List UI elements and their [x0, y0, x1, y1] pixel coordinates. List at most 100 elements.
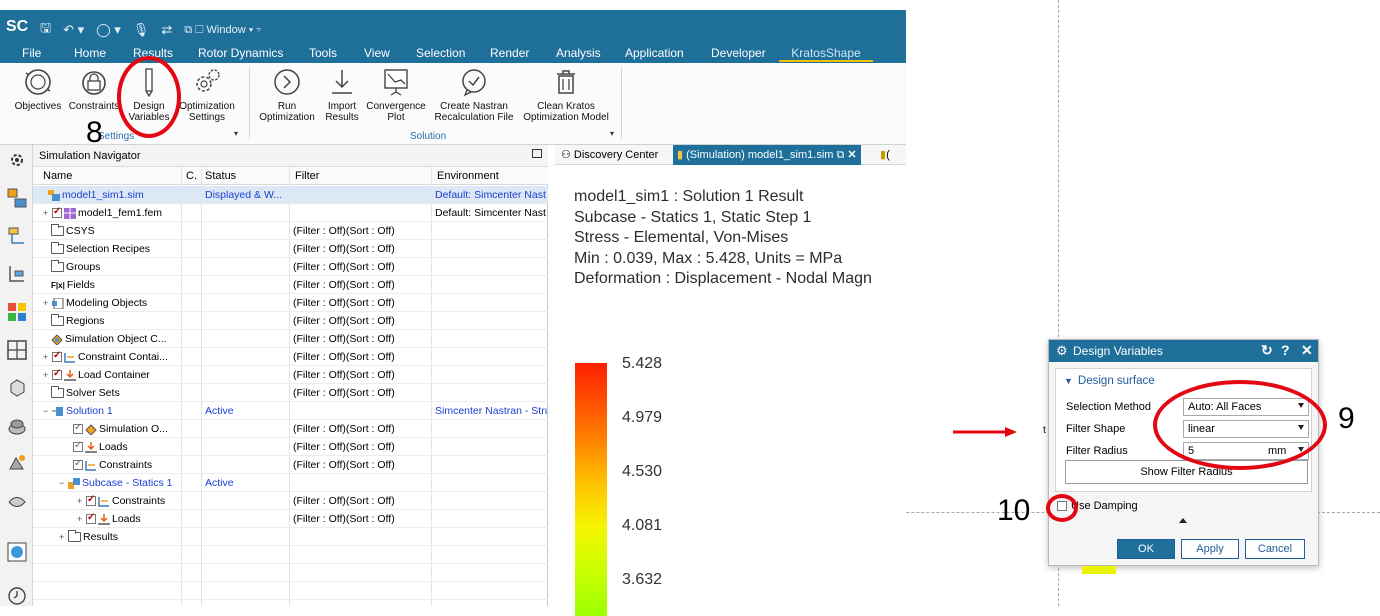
- close-icon[interactable]: ✕: [1301, 342, 1313, 359]
- import-results-button[interactable]: Import Results: [322, 67, 362, 123]
- save-icon[interactable]: 🖫: [40, 19, 51, 41]
- table-row[interactable]: CSYS (Filter : Off)(Sort : Off): [33, 222, 548, 240]
- expand-icon[interactable]: +: [77, 496, 84, 506]
- assembly-navigator-icon[interactable]: [6, 263, 28, 285]
- check-bubble-icon: [462, 69, 486, 97]
- expand-icon[interactable]: +: [43, 208, 50, 218]
- layout-icon[interactable]: [6, 339, 28, 361]
- checkbox[interactable]: [73, 422, 83, 434]
- material-icon[interactable]: [6, 415, 28, 437]
- close-tab-icon[interactable]: ✕: [847, 149, 856, 161]
- tab-render[interactable]: Render: [490, 44, 529, 60]
- chevron-up-icon[interactable]: [1179, 518, 1187, 523]
- table-row[interactable]: + Modeling Objects (Filter : Off)(Sort : …: [33, 294, 548, 312]
- table-row[interactable]: + model1_fem1.fem Default: Simcenter Nast: [33, 204, 548, 222]
- history-icon[interactable]: [6, 453, 28, 475]
- constraints-button[interactable]: Constraints: [68, 67, 120, 112]
- settings-group-expand-icon[interactable]: ▾: [234, 129, 238, 138]
- column-name[interactable]: Name: [43, 170, 72, 182]
- table-row[interactable]: Constraints (Filter : Off)(Sort : Off): [33, 456, 548, 474]
- checkbox[interactable]: [73, 458, 83, 470]
- undo-icon[interactable]: ↶ ▾: [63, 22, 84, 38]
- table-row[interactable]: + Constraints (Filter : Off)(Sort : Off): [33, 492, 548, 510]
- help-icon[interactable]: ?: [1281, 342, 1290, 358]
- tab-analysis[interactable]: Analysis: [556, 44, 601, 60]
- touch-mode-icon[interactable]: ⇄: [161, 22, 172, 38]
- reset-icon[interactable]: ↻: [1261, 342, 1273, 359]
- checkbox[interactable]: [86, 512, 96, 524]
- table-row[interactable]: + Constraint Contai... (Filter : Off)(Sor…: [33, 348, 548, 366]
- table-row[interactable]: Regions (Filter : Off)(Sort : Off): [33, 312, 548, 330]
- cancel-button[interactable]: Cancel: [1245, 539, 1305, 559]
- table-row[interactable]: Simulation O... (Filter : Off)(Sort : Of…: [33, 420, 548, 438]
- web-browser-icon[interactable]: [6, 541, 28, 563]
- row-name: CSYS: [66, 225, 95, 237]
- table-row[interactable]: model1_sim1.sim Displayed & W... Default…: [33, 186, 548, 204]
- mic-icon[interactable]: 🎙: [133, 22, 150, 38]
- expand-icon[interactable]: +: [43, 370, 50, 380]
- clock-icon[interactable]: [6, 585, 28, 607]
- tab-simulation-file[interactable]: ▮ (Simulation) model1_sim1.sim ⧉ ✕: [673, 145, 861, 165]
- float-tab-icon[interactable]: ⧉: [833, 149, 847, 161]
- gear-icon[interactable]: [6, 149, 28, 171]
- expand-icon[interactable]: +: [77, 514, 84, 524]
- column-filter[interactable]: Filter: [295, 170, 319, 182]
- design-surface-section-header[interactable]: ▼ Design surface: [1064, 375, 1155, 387]
- redo-icon[interactable]: ◯ ▾: [96, 22, 121, 38]
- reuse-library-icon[interactable]: [6, 491, 28, 513]
- palette-icon[interactable]: [6, 301, 28, 323]
- tab-tools[interactable]: Tools: [309, 44, 337, 60]
- row-filter: (Filter : Off)(Sort : Off): [293, 513, 395, 525]
- solution-group-expand-icon[interactable]: ▾: [610, 129, 614, 138]
- table-row[interactable]: + Loads (Filter : Off)(Sort : Off): [33, 510, 548, 528]
- table-row[interactable]: Groups (Filter : Off)(Sort : Off): [33, 258, 548, 276]
- tab-selection[interactable]: Selection: [416, 44, 465, 60]
- table-row[interactable]: Selection Recipes (Filter : Off)(Sort : …: [33, 240, 548, 258]
- tab-simulation-label: (Simulation) model1_sim1.sim: [686, 149, 834, 161]
- table-row[interactable]: − Subcase - Statics 1 Active: [33, 474, 548, 492]
- table-row[interactable]: Simulation Object C... (Filter : Off)(So…: [33, 330, 548, 348]
- table-row[interactable]: Solver Sets (Filter : Off)(Sort : Off): [33, 384, 548, 402]
- table-row[interactable]: − Solution 1 Active Simcenter Nastran - S…: [33, 402, 548, 420]
- column-environment[interactable]: Environment: [437, 170, 499, 182]
- part-navigator-icon[interactable]: [6, 225, 28, 247]
- checkbox[interactable]: [52, 206, 62, 218]
- ok-button[interactable]: OK: [1117, 539, 1175, 559]
- checkbox[interactable]: [86, 494, 96, 506]
- table-row[interactable]: Loads (Filter : Off)(Sort : Off): [33, 438, 548, 456]
- tab-application[interactable]: Application: [625, 44, 684, 60]
- checkbox[interactable]: [52, 350, 62, 362]
- checkbox[interactable]: [73, 440, 83, 452]
- table-row[interactable]: + Results: [33, 528, 548, 546]
- maximize-icon[interactable]: [532, 149, 542, 158]
- checkbox[interactable]: [52, 368, 62, 380]
- run-optimization-button[interactable]: Run Optimization: [256, 67, 318, 123]
- tab-discovery-center[interactable]: ⚇ Discovery Center: [561, 148, 658, 161]
- tab-view[interactable]: View: [364, 44, 390, 60]
- clean-kratos-button[interactable]: Clean Kratos Optimization Model: [518, 67, 614, 123]
- collapse-icon[interactable]: −: [59, 478, 66, 488]
- create-nastran-recalculation-button[interactable]: Create Nastran Recalculation File: [432, 67, 516, 123]
- apply-button[interactable]: Apply: [1181, 539, 1239, 559]
- table-row[interactable]: F|x| Fields (Filter : Off)(Sort : Off): [33, 276, 548, 294]
- expand-icon[interactable]: +: [43, 298, 50, 308]
- tab-home[interactable]: Home: [74, 44, 106, 60]
- part-icon[interactable]: [6, 377, 28, 399]
- tab-more[interactable]: ▮(: [880, 148, 890, 161]
- simulation-navigator-icon[interactable]: [6, 187, 28, 209]
- objectives-button[interactable]: Objectives: [14, 67, 62, 112]
- tab-rotor-dynamics[interactable]: Rotor Dynamics: [198, 44, 283, 60]
- optimization-settings-button[interactable]: Optimization Settings: [177, 67, 237, 123]
- tab-file[interactable]: File: [22, 44, 41, 60]
- expand-icon[interactable]: +: [43, 352, 50, 362]
- collapse-icon[interactable]: −: [43, 406, 50, 416]
- window-menu[interactable]: ⧉ ☐ Window ▾ ▿: [184, 24, 261, 37]
- column-status[interactable]: Status: [205, 170, 236, 182]
- table-row[interactable]: + Load Container (Filter : Off)(Sort : Of…: [33, 366, 548, 384]
- convergence-plot-button[interactable]: Convergence Plot: [365, 67, 427, 123]
- tab-developer[interactable]: Developer: [711, 44, 766, 60]
- column-c[interactable]: C.: [186, 170, 197, 182]
- expand-icon[interactable]: +: [59, 532, 66, 542]
- table-row-empty: [33, 546, 548, 564]
- tab-kratosshape[interactable]: KratosShape: [779, 44, 873, 62]
